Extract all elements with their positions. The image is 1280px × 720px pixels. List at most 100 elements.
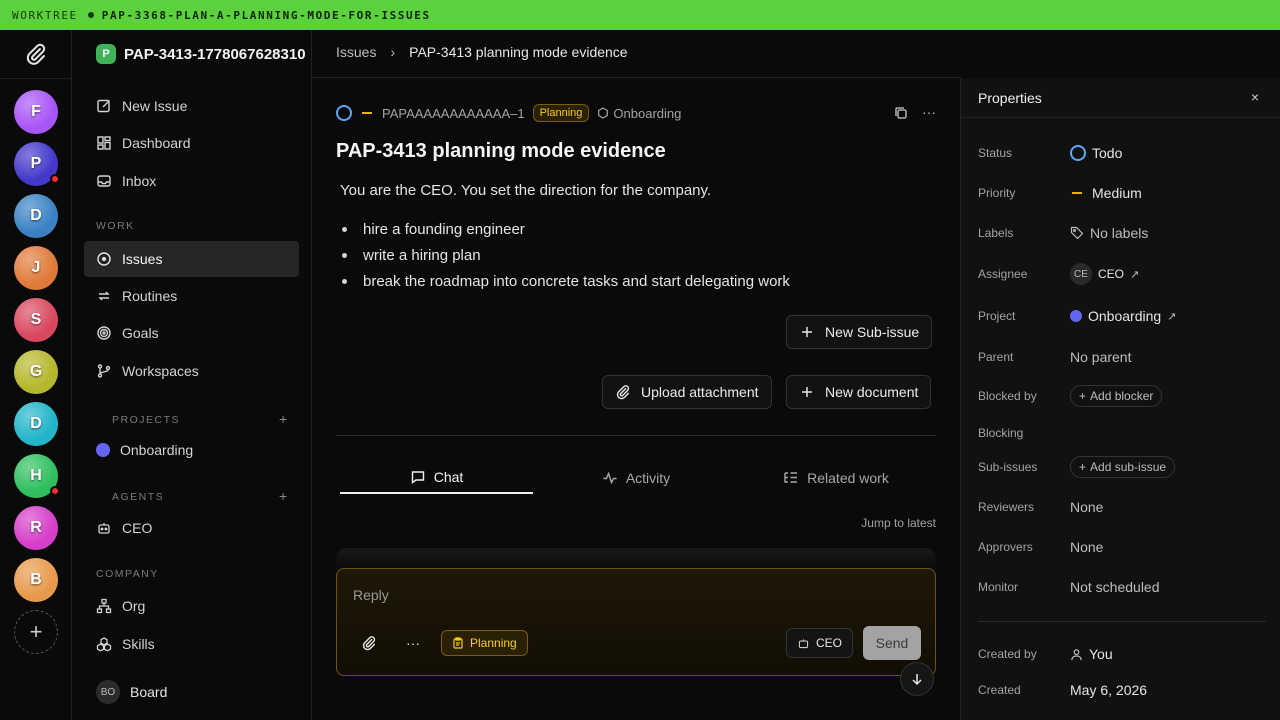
clipboard-icon [453, 637, 463, 649]
send-button[interactable]: Send [863, 626, 921, 660]
board-user[interactable]: BO Board [96, 680, 167, 704]
property-key: Monitor [978, 580, 1019, 594]
sidebar-item-new-issue[interactable]: New Issue [84, 88, 299, 124]
paperclip-icon[interactable] [24, 42, 48, 66]
priority-value[interactable]: Medium [1070, 185, 1142, 201]
company-avatar[interactable]: D [14, 194, 58, 238]
sidebar-item-dashboard[interactable]: Dashboard [84, 125, 299, 161]
sidebar-item-inbox[interactable]: Inbox [84, 163, 299, 199]
sidebar-item-routines[interactable]: Routines [84, 278, 299, 314]
copy-icon[interactable] [894, 106, 908, 120]
issue-title[interactable]: PAP-3413 planning mode evidence [336, 140, 666, 163]
tab-related-work[interactable]: Related work [740, 462, 932, 494]
jump-to-latest-link[interactable]: Jump to latest [861, 516, 936, 530]
property-key: Parent [978, 350, 1014, 364]
property-key: Created by [978, 647, 1037, 661]
approvers-value[interactable]: None [1070, 539, 1103, 555]
notification-dot-icon [50, 174, 60, 184]
sidebar-item-org[interactable]: Org [84, 588, 299, 624]
planning-badge: Planning [532, 104, 590, 122]
plus-icon [802, 327, 812, 337]
company-avatar[interactable]: H [14, 454, 60, 498]
issue-description[interactable]: You are the CEO. You set the direction f… [340, 182, 711, 199]
labels-value[interactable]: No labels [1070, 225, 1148, 241]
company-avatar[interactable]: G [14, 350, 58, 394]
button-label: New Sub-issue [825, 324, 920, 340]
monitor-value[interactable]: Not scheduled [1070, 579, 1160, 595]
close-icon[interactable]: × [1251, 89, 1259, 105]
company-avatar[interactable]: P [14, 142, 60, 186]
avatar: BO [96, 680, 120, 704]
scroll-to-bottom-button[interactable] [900, 662, 934, 696]
breadcrumb-issues[interactable]: Issues [336, 44, 376, 60]
new-subissue-button[interactable]: New Sub-issue [786, 315, 933, 349]
status-value[interactable]: Todo [1070, 145, 1122, 161]
banner-dot-icon [87, 12, 94, 18]
tab-activity[interactable]: Activity [540, 462, 732, 494]
sidebar-item-ceo[interactable]: CEO [84, 510, 299, 546]
assignee-value[interactable]: CE CEO ↗ [1070, 263, 1139, 285]
properties-divider [978, 621, 1266, 622]
property-key: Assignee [978, 267, 1028, 281]
company-avatar[interactable]: B [14, 558, 58, 602]
company-rail: FPDJSGDHRB + [0, 30, 72, 720]
property-priority: Priority Medium [978, 181, 1268, 205]
add-subissue-button[interactable]: + Add sub-issue [1070, 456, 1176, 478]
upload-attachment-button[interactable]: Upload attachment [602, 375, 772, 409]
property-key: Project [978, 309, 1016, 323]
property-key: Created [978, 683, 1021, 697]
properties-panel: Properties × Status Todo Priority Medium… [960, 78, 1280, 720]
add-blocker-button[interactable]: + Add blocker [1070, 385, 1163, 407]
notification-dot-icon [50, 486, 60, 496]
inbox-icon [97, 175, 111, 187]
property-project: Project Onboarding ↗ [978, 304, 1268, 328]
sidebar-item-goals[interactable]: Goals [84, 315, 299, 351]
properties-header: Properties × [961, 78, 1280, 118]
property-key: Sub-issues [978, 460, 1038, 474]
property-status: Status Todo [978, 141, 1268, 165]
company-avatar[interactable]: D [14, 402, 58, 446]
add-company-button[interactable]: + [14, 610, 58, 654]
chevron-right-icon: › [390, 44, 396, 60]
status-todo-icon[interactable] [336, 105, 352, 121]
agent-selector[interactable]: CEO [785, 628, 853, 658]
external-link-icon[interactable]: ↗ [1130, 268, 1139, 281]
paperclip-icon[interactable] [353, 627, 385, 659]
more-horizontal-icon[interactable]: ··· [922, 105, 936, 120]
tab-chat[interactable]: Chat [340, 462, 533, 494]
project-value[interactable]: Onboarding ↗ [1070, 308, 1176, 324]
issue-tools: ··· [894, 105, 936, 120]
external-link-icon[interactable]: ↗ [1167, 310, 1176, 323]
sidebar-item-workspaces[interactable]: Workspaces [84, 353, 299, 389]
planning-mode-toggle[interactable]: Planning [441, 630, 528, 656]
company-avatar[interactable]: S [14, 298, 58, 342]
breadcrumb-current: PAP-3413 planning mode evidence [409, 44, 628, 60]
property-key: Blocked by [978, 389, 1037, 403]
add-agent-icon[interactable]: + [279, 488, 287, 504]
new-document-button[interactable]: New document [786, 375, 932, 409]
sidebar-item-onboarding[interactable]: Onboarding [84, 432, 299, 468]
reviewers-value[interactable]: None [1070, 499, 1103, 515]
company-avatar[interactable]: J [14, 246, 58, 290]
created-value: May 6, 2026 [1070, 682, 1148, 698]
property-subissues: Sub-issues + Add sub-issue [978, 455, 1268, 479]
board-label: Board [130, 684, 168, 700]
company-avatar[interactable]: F [14, 90, 58, 134]
sidebar-item-issues[interactable]: Issues [84, 241, 299, 277]
hexagon-icon [598, 107, 609, 119]
project-link[interactable]: Onboarding [597, 106, 681, 121]
parent-value[interactable]: No parent [1070, 349, 1131, 365]
company-avatar[interactable]: R [14, 506, 58, 550]
reply-input[interactable]: Reply [353, 587, 389, 603]
more-horizontal-icon[interactable]: ··· [397, 627, 429, 659]
workspace-header[interactable]: P PAP-3413-1778067628310 [96, 44, 312, 64]
sidebar-item-skills[interactable]: Skills [84, 626, 299, 662]
org-chart-icon [96, 598, 112, 614]
content-divider [336, 435, 936, 436]
created-by-value: You [1070, 646, 1113, 662]
add-project-icon[interactable]: + [279, 411, 287, 427]
project-dot-icon [96, 443, 110, 457]
property-key: Priority [978, 186, 1016, 200]
property-key: Status [978, 146, 1013, 160]
priority-medium-icon[interactable] [362, 112, 372, 114]
